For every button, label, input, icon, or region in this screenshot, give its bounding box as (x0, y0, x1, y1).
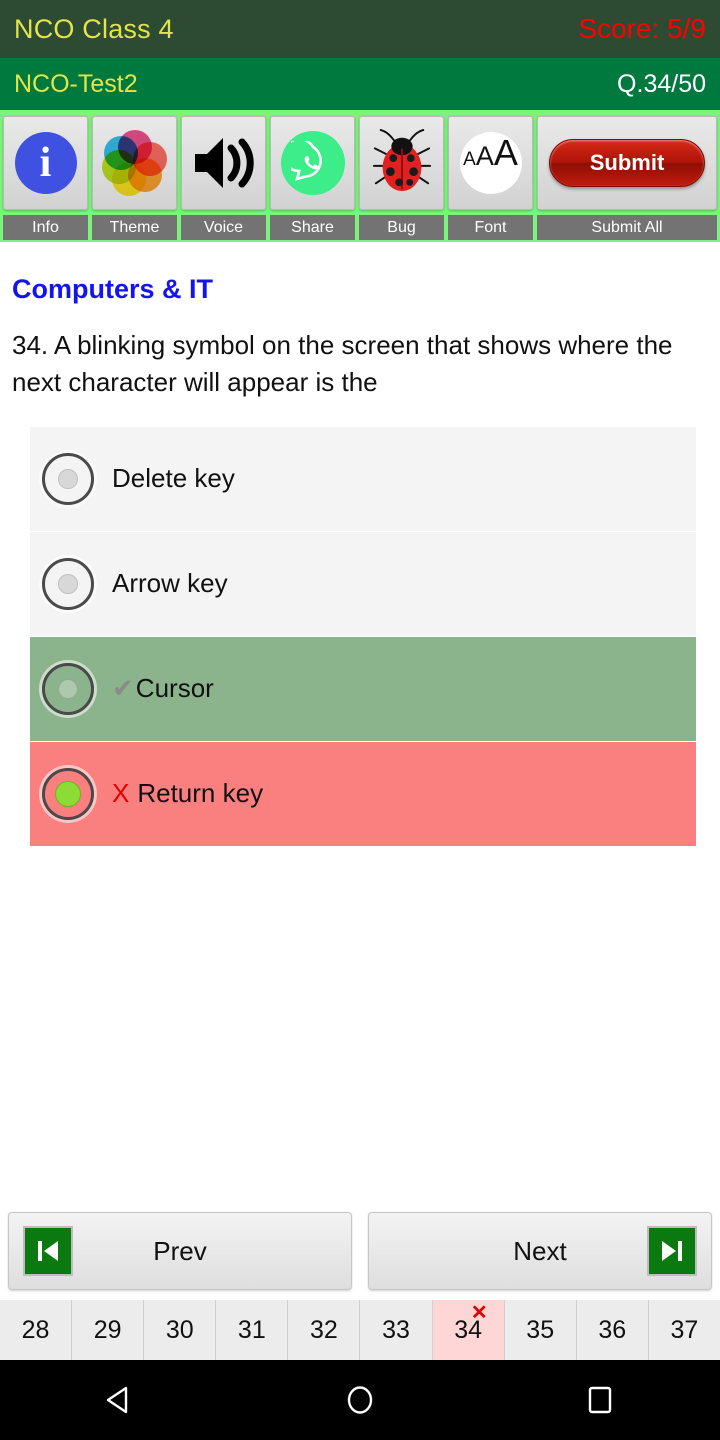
back-triangle-icon (106, 1386, 128, 1414)
qnum-cell-31[interactable]: 31 (216, 1300, 288, 1360)
toolbar-button-theme[interactable] (92, 116, 177, 210)
prev-icon (23, 1226, 73, 1276)
qnum-label: 36 (598, 1315, 627, 1344)
option-row-3[interactable]: ✔ Cursor (30, 636, 696, 741)
ladybug-icon (371, 127, 433, 200)
qnum-wrong-badge-icon: ✕ (470, 1302, 488, 1324)
submit-button[interactable]: Submit (548, 139, 706, 187)
subject-heading: Computers & IT (12, 274, 214, 304)
option-label-4: Return key (137, 778, 264, 809)
speaker-icon (191, 132, 257, 194)
qnum-cell-30[interactable]: 30 (144, 1300, 216, 1360)
wrong-x-icon: X (112, 778, 130, 809)
qnum-label: 29 (93, 1315, 122, 1344)
qnum-cell-29[interactable]: 29 (72, 1300, 144, 1360)
option-label-2: Arrow key (112, 568, 228, 599)
option-label-3-wrapper: ✔ Cursor (112, 673, 214, 704)
toolbar-label-share[interactable]: Share (270, 215, 355, 240)
content-area: Computers & IT 34. A blinking symbol on … (0, 242, 720, 1360)
test-bar: NCO-Test2 Q.34/50 (0, 58, 720, 110)
test-name: NCO-Test2 (14, 69, 138, 98)
option-row-2[interactable]: Arrow key (30, 531, 696, 636)
toolbar-button-submit-all[interactable]: Submit (537, 116, 717, 210)
app-title: NCO Class 4 (14, 13, 174, 44)
radio-button-2[interactable] (42, 557, 94, 610)
qnum-label: 37 (670, 1315, 699, 1344)
toolbar-label-voice[interactable]: Voice (181, 215, 266, 240)
qnum-cell-33[interactable]: 33 (360, 1300, 432, 1360)
toolbar-label-theme[interactable]: Theme (92, 215, 177, 240)
prev-label: Prev (153, 1235, 207, 1266)
font-size-icon: AAA (459, 132, 522, 194)
toolbar-labels: Info Theme Voice Share Bug Font Submit A… (0, 215, 720, 242)
radio-button-3[interactable] (42, 662, 94, 715)
whatsapp-share-icon (280, 131, 345, 195)
correct-check-icon: ✔ (112, 673, 134, 704)
app-root: NCO Class 4 Score: 5/9 NCO-Test2 Q.34/50… (0, 0, 720, 1440)
options-list: Delete key Arrow key ✔ Cursor X Return k… (0, 426, 720, 847)
toolbar-button-voice[interactable] (181, 116, 266, 210)
toolbar-label-submit-all[interactable]: Submit All (537, 215, 717, 240)
recents-square-icon (588, 1386, 612, 1414)
qnum-label: 28 (21, 1315, 50, 1344)
back-button[interactable] (75, 1374, 165, 1426)
title-bar: NCO Class 4 Score: 5/9 (0, 0, 720, 58)
toolbar-button-font[interactable]: AAA (448, 116, 533, 210)
option-label-3: Cursor (135, 673, 214, 704)
question-text: 34. A blinking symbol on the screen that… (12, 330, 673, 397)
recents-button[interactable] (555, 1374, 645, 1426)
radio-button-1[interactable] (42, 452, 94, 505)
qnum-cell-36[interactable]: 36 (576, 1300, 648, 1360)
qnum-cell-34[interactable]: ✕ 34 (432, 1300, 504, 1360)
qnum-cell-28[interactable]: 28 (0, 1300, 72, 1360)
qnum-label: 30 (165, 1315, 194, 1344)
option-row-4[interactable]: X Return key (30, 741, 696, 846)
option-row-1[interactable]: Delete key (30, 426, 696, 531)
home-circle-icon (347, 1386, 373, 1414)
qnum-label: 32 (310, 1315, 338, 1344)
option-label-1: Delete key (112, 463, 235, 494)
toolbar-label-bug[interactable]: Bug (359, 215, 444, 240)
qnum-cell-35[interactable]: 35 (504, 1300, 576, 1360)
qnum-label: 33 (382, 1315, 410, 1344)
toolbar-button-bug[interactable] (359, 116, 444, 210)
score-display: Score: 5/9 (578, 13, 706, 44)
toolbar-label-font[interactable]: Font (448, 215, 533, 240)
system-navigation-bar (0, 1360, 720, 1440)
prev-button[interactable]: Prev (8, 1212, 352, 1290)
next-icon (647, 1226, 697, 1276)
radio-button-4[interactable] (42, 767, 94, 820)
qnum-label: 35 (526, 1315, 555, 1344)
navigation-row: Prev Next (0, 1212, 720, 1300)
toolbar-label-info[interactable]: Info (3, 215, 88, 240)
info-icon: i (14, 132, 77, 194)
next-button[interactable]: Next (368, 1212, 712, 1290)
color-palette-icon (101, 130, 168, 196)
qnum-cell-37[interactable]: 37 (648, 1300, 720, 1360)
option-label-4-wrapper: X Return key (112, 778, 263, 809)
qnum-cell-32[interactable]: 32 (288, 1300, 360, 1360)
question-number-strip: 28 29 30 31 32 33 ✕ 34 35 36 37 (0, 1300, 720, 1360)
home-button[interactable] (315, 1374, 405, 1426)
next-label: Next (513, 1235, 567, 1266)
toolbar-button-info[interactable]: i (3, 116, 88, 210)
qnum-label: 31 (237, 1315, 266, 1344)
question-counter: Q.34/50 (617, 69, 706, 98)
toolbar: i A A A Submit (0, 110, 720, 215)
toolbar-button-share[interactable] (270, 116, 355, 210)
